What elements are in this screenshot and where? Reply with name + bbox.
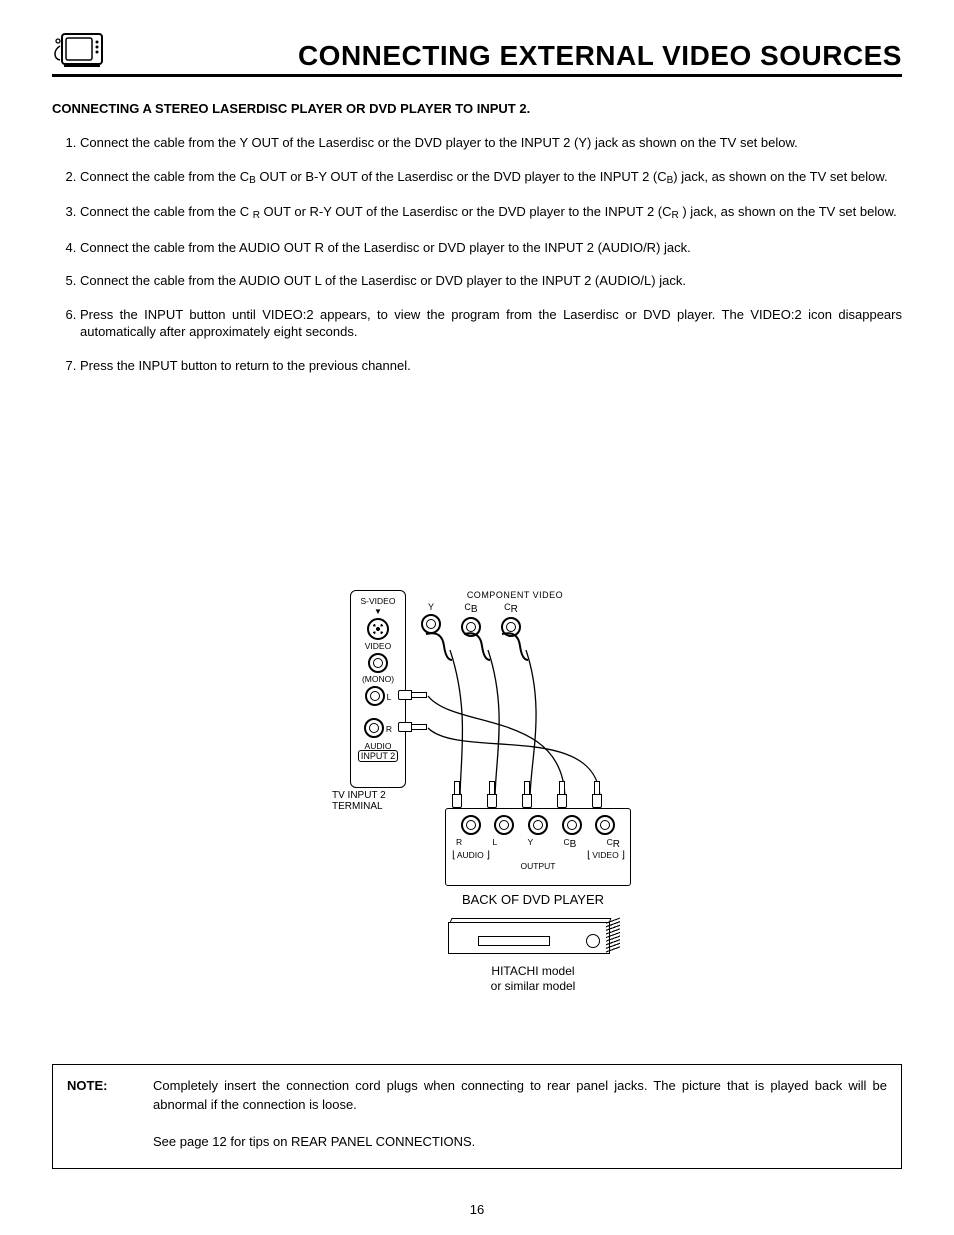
dvd-y-jack-icon: [528, 815, 548, 835]
step-text: Connect the cable from the C: [80, 169, 249, 184]
dvd-model-caption: HITACHI model or similar model: [445, 964, 621, 994]
rca-plug-icon: [592, 782, 600, 808]
step-text: Connect the cable from the AUDIO OUT L o…: [80, 273, 686, 288]
step-text: Connect the cable from the AUDIO OUT R o…: [80, 240, 691, 255]
dvd-output-panel: R L Y CB CR ⌊ AUDIO ⌋ ⌊ VIDEO ⌋ OUTPUT: [445, 808, 631, 886]
step-text: OUT or B-Y OUT of the Laserdisc or the D…: [256, 169, 667, 184]
subscript: B: [249, 175, 256, 186]
dvd-l-jack-icon: [494, 815, 514, 835]
section-subtitle: CONNECTING A STEREO LASERDISC PLAYER OR …: [52, 101, 902, 116]
y-label: Y: [421, 602, 441, 612]
dvd-r-label: R: [456, 837, 462, 850]
step-1: Connect the cable from the Y OUT of the …: [80, 134, 902, 152]
rca-plug-icon: [522, 782, 530, 808]
note-label: NOTE:: [67, 1077, 153, 1115]
page-number: 16: [0, 1202, 954, 1217]
svideo-jack-icon: [367, 618, 389, 640]
step-text: Connect the cable from the Y OUT of the …: [80, 135, 798, 150]
step-text: Connect the cable from the C: [80, 204, 253, 219]
step-text: Press the INPUT button to return to the …: [80, 358, 411, 373]
dvd-y-label: Y: [528, 837, 534, 850]
subscript: R: [672, 210, 679, 221]
subscript: B: [570, 839, 577, 850]
dvd-l-label: L: [492, 837, 497, 850]
manual-page: CONNECTING EXTERNAL VIDEO SOURCES CONNEC…: [0, 0, 954, 1235]
subscript: B: [471, 604, 478, 615]
dvd-r-jack-icon: [461, 815, 481, 835]
video-label: VIDEO: [353, 641, 403, 651]
input2-label: INPUT 2: [358, 750, 398, 762]
dvd-cb-jack-icon: [562, 815, 582, 835]
audio-l-jack-icon: [365, 686, 385, 706]
step-text: OUT or R-Y OUT of the Laserdisc or the D…: [260, 204, 672, 219]
svideo-label: S-VIDEO: [353, 596, 403, 606]
rca-plug-icon: [557, 782, 565, 808]
caption-line: HITACHI model: [491, 964, 574, 978]
subscript: R: [613, 839, 620, 850]
note-reference: See page 12 for tips on REAR PANEL CONNE…: [153, 1133, 887, 1152]
step-3: Connect the cable from the C R OUT or R-…: [80, 203, 902, 223]
note-text: Completely insert the connection cord pl…: [153, 1077, 887, 1115]
step-text: ) jack, as shown on the TV set below.: [673, 169, 887, 184]
rca-plug-icon: [487, 782, 495, 808]
note-box: NOTE: Completely insert the connection c…: [52, 1064, 902, 1169]
page-header: CONNECTING EXTERNAL VIDEO SOURCES: [52, 26, 902, 77]
dvd-cr-jack-icon: [595, 815, 615, 835]
step-text: Press the INPUT button until VIDEO:2 app…: [80, 307, 902, 340]
audio-r-jack-icon: [364, 718, 384, 738]
caption-line: TERMINAL: [332, 801, 383, 812]
caption-line: or similar model: [491, 979, 576, 993]
subscript: R: [511, 604, 518, 615]
video-jack-icon: [368, 653, 388, 673]
step-7: Press the INPUT button to return to the …: [80, 357, 902, 375]
page-title: CONNECTING EXTERNAL VIDEO SOURCES: [106, 40, 902, 72]
dvd-video-label: VIDEO: [592, 850, 618, 860]
step-5: Connect the cable from the AUDIO OUT L o…: [80, 272, 902, 290]
step-6: Press the INPUT button until VIDEO:2 app…: [80, 306, 902, 341]
tv-terminal-caption: TV INPUT 2 TERMINAL: [332, 790, 407, 812]
step-4: Connect the cable from the AUDIO OUT R o…: [80, 239, 902, 257]
l-label: L: [387, 692, 392, 702]
dvd-output-label: OUTPUT: [450, 861, 626, 871]
component-video-label: COMPONENT VIDEO: [405, 590, 625, 600]
tv-mascot-icon: [52, 26, 106, 72]
instruction-list: Connect the cable from the Y OUT of the …: [62, 134, 902, 374]
step-2: Connect the cable from the CB OUT or B-Y…: [80, 168, 902, 188]
mono-label: (MONO): [353, 674, 403, 684]
r-label: R: [386, 724, 392, 734]
step-text: ) jack, as shown on the TV set below.: [679, 204, 897, 219]
caption-line: TV INPUT 2: [332, 790, 386, 801]
tv-input2-terminal: S-VIDEO ▼ VIDEO (MONO) L R AUDIO INPUT 2: [350, 590, 406, 788]
subscript: R: [253, 210, 260, 221]
dvd-player-icon: [448, 914, 618, 960]
dvd-audio-label: AUDIO: [457, 850, 484, 860]
dvd-panel-caption: BACK OF DVD PLAYER: [445, 892, 621, 907]
rca-plug-icon: [452, 782, 460, 808]
